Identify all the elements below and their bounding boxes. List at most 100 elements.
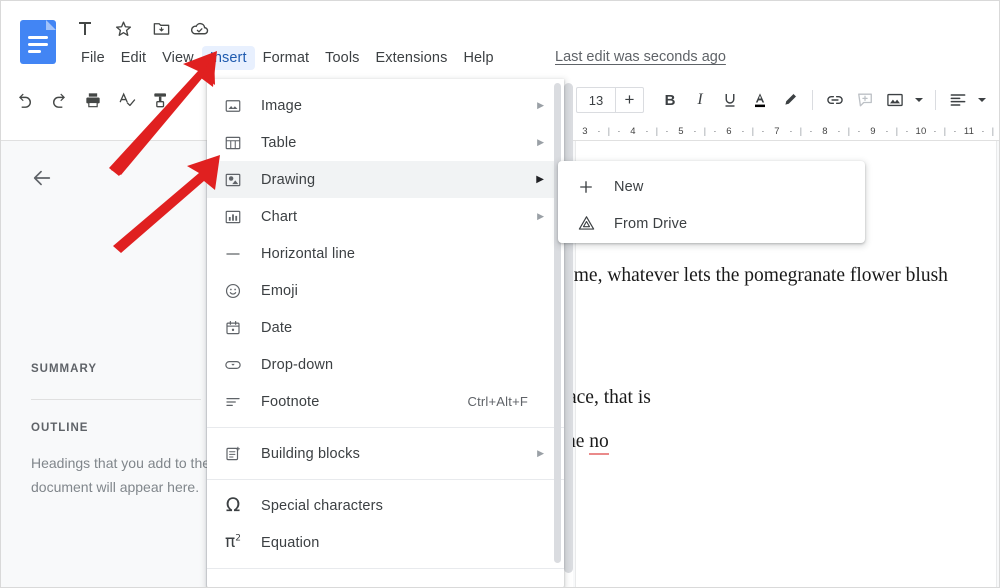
ruler-number: 11	[963, 125, 975, 137]
ruler-ticks: 3·|·4·|·5·|·6·|·7·|·8·|·9·|·10·|·11·|·12	[576, 123, 999, 139]
toolbar-divider-2	[935, 90, 936, 110]
insert-menu-item-horizontal-line[interactable]: Horizontal line	[207, 235, 564, 272]
outline-hint-line-1: Headings that you add to the	[31, 455, 211, 471]
ruler-dot: ·	[857, 125, 861, 137]
move-to-folder-icon[interactable]	[149, 16, 173, 40]
insert-menu-item-label: Emoji	[261, 282, 299, 299]
insert-menu-item-shortcut: Ctrl+Alt+F	[467, 394, 528, 409]
undo-icon[interactable]	[11, 86, 39, 114]
image-icon	[221, 94, 245, 118]
ruler-tick: |	[991, 125, 995, 137]
ruler-number: 3	[582, 125, 588, 137]
ruler-tick: |	[847, 125, 851, 137]
ruler-number: 5	[678, 125, 684, 137]
insert-menu-item-label: Chart	[261, 208, 298, 225]
insert-menu-item-label: Date	[261, 319, 293, 336]
cloud-saved-icon[interactable]	[187, 16, 211, 40]
submenu-item-from-drive[interactable]: From Drive	[558, 205, 865, 242]
add-comment-icon[interactable]	[851, 86, 879, 114]
ruler-number: 10	[915, 125, 927, 137]
insert-menu-item-label: Drawing	[261, 171, 316, 188]
footnote-icon	[221, 390, 245, 414]
ruler-tick: |	[607, 125, 611, 137]
google-docs-window: File Edit View Insert Format Tools Exten…	[0, 0, 1000, 588]
paint-format-icon[interactable]	[147, 86, 175, 114]
app-header: File Edit View Insert Format Tools Exten…	[1, 1, 999, 79]
document-scrollbar-thumb[interactable]	[564, 83, 573, 573]
ruler-number: 4	[630, 125, 636, 137]
last-edit-status[interactable]: Last edit was seconds ago	[555, 49, 726, 65]
ruler-tick: |	[751, 125, 755, 137]
omega-icon: Ω	[225, 494, 241, 516]
menu-view[interactable]: View	[154, 46, 202, 70]
print-icon[interactable]	[79, 86, 107, 114]
insert-link-icon[interactable]	[821, 86, 849, 114]
doc-line-4: he no	[566, 431, 999, 455]
image-dropdown-chevron-icon[interactable]	[911, 86, 927, 114]
insert-menu-item-date[interactable]: Date	[207, 309, 564, 346]
ruler-dot: ·	[953, 125, 957, 137]
align-dropdown-chevron-icon[interactable]	[974, 86, 990, 114]
google-docs-logo[interactable]	[19, 18, 59, 66]
outline-empty-hint: Headings that you add to the document wi…	[31, 451, 226, 499]
outline-sidebar: SUMMARY OUTLINE Headings that you add to…	[1, 141, 210, 587]
dropdown-icon	[221, 353, 245, 377]
insert-menu-scrollbar-thumb[interactable]	[554, 83, 561, 563]
insert-menu-item-emoji[interactable]: Emoji	[207, 272, 564, 309]
ruler-tick: |	[943, 125, 947, 137]
insert-menu-item-table[interactable]: Table ▶	[207, 124, 564, 161]
ruler-tick: |	[703, 125, 707, 137]
insert-menu-item-label: Equation	[261, 534, 320, 551]
insert-menu-item-footnote[interactable]: Footnote Ctrl+Alt+F	[207, 383, 564, 420]
google-drive-icon	[574, 212, 598, 236]
insert-menu-item-label: Table	[261, 134, 297, 151]
chart-icon	[221, 205, 245, 229]
spellcheck-icon[interactable]	[113, 86, 141, 114]
menu-extensions[interactable]: Extensions	[368, 46, 456, 70]
insert-menu-popup: Image ▶ Table ▶ Drawing ▶ Chart ▶ Horizontal lin…	[207, 79, 564, 587]
sidebar-divider	[31, 399, 201, 400]
insert-image-icon[interactable]	[881, 86, 909, 114]
submenu-item-new[interactable]: New	[558, 168, 865, 205]
insert-menu-item-label: Building blocks	[261, 445, 360, 462]
text-tool-icon[interactable]	[73, 16, 97, 40]
increase-font-size-button[interactable]: +	[615, 88, 643, 112]
menu-tools[interactable]: Tools	[317, 46, 367, 70]
font-size-value[interactable]: 13	[577, 93, 615, 108]
insert-menu-item-image[interactable]: Image ▶	[207, 87, 564, 124]
redo-icon[interactable]	[45, 86, 73, 114]
underline-button[interactable]	[716, 86, 744, 114]
insert-menu-item-special-characters[interactable]: Ω Special characters	[207, 487, 564, 524]
menu-insert[interactable]: Insert	[201, 46, 255, 70]
align-icon[interactable]	[944, 86, 972, 114]
menu-format[interactable]: Format	[255, 46, 318, 70]
insert-menu-item-drop-down[interactable]: Drop-down	[207, 346, 564, 383]
bold-button[interactable]: B	[656, 86, 684, 114]
ruler-tick: |	[799, 125, 803, 137]
menu-separator	[207, 427, 564, 428]
text-color-button[interactable]	[746, 86, 774, 114]
ruler-dot: ·	[645, 125, 649, 137]
ruler-dot: ·	[665, 125, 669, 137]
font-size-stepper[interactable]: 13 +	[576, 87, 644, 113]
insert-menu-item-chart[interactable]: Chart ▶	[207, 198, 564, 235]
italic-button[interactable]: I	[686, 86, 714, 114]
insert-menu-item-equation[interactable]: π2 Equation	[207, 524, 564, 561]
insert-menu-item-label: Drop-down	[261, 356, 334, 373]
menu-file[interactable]: File	[73, 46, 113, 70]
ruler-tick: |	[655, 125, 659, 137]
insert-menu-item-drawing[interactable]: Drawing ▶	[207, 161, 564, 198]
back-arrow-icon[interactable]	[27, 163, 57, 193]
highlight-color-button[interactable]	[776, 86, 804, 114]
menu-edit[interactable]: Edit	[113, 46, 154, 70]
menu-help[interactable]: Help	[455, 46, 501, 70]
date-icon	[221, 316, 245, 340]
menu-separator	[207, 479, 564, 480]
ruler-dot: ·	[693, 125, 697, 137]
submenu-arrow-icon: ▶	[537, 211, 544, 221]
ruler-dot: ·	[789, 125, 793, 137]
toolbar-divider	[812, 90, 813, 110]
ruler-number: 7	[774, 125, 780, 137]
insert-menu-item-building-blocks[interactable]: Building blocks ▶	[207, 435, 564, 472]
star-icon[interactable]	[111, 16, 135, 40]
